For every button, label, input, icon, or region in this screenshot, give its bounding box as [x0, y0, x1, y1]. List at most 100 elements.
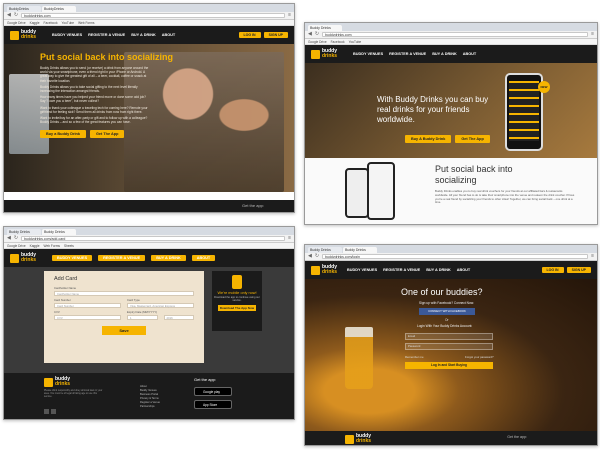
browser-tab[interactable]: BuddyDrinks	[7, 6, 41, 12]
footer: buddy drinks Please drink responsibly and…	[4, 373, 294, 419]
about-section: Put social back into socializing Buddy D…	[305, 158, 597, 224]
nav-about[interactable]: ABOUT	[457, 268, 471, 272]
remember-me-checkbox[interactable]: Remember me	[405, 355, 424, 359]
hero-paragraph: Want to thank your colleague a traveling…	[40, 105, 148, 114]
expiry-year-select[interactable]: 2016	[163, 315, 194, 320]
get-app-button[interactable]: Get The App	[455, 135, 490, 143]
phones-illustration	[345, 162, 397, 224]
browser-tab[interactable]: Buddy Drinks	[7, 229, 41, 235]
nav-buy-drink[interactable]: BUY A DRINK	[432, 52, 457, 56]
logo[interactable]: buddy drinks	[311, 49, 337, 59]
about-body: Buddy Drinks enables you to buy real dri…	[435, 189, 575, 205]
nav-buy-drink[interactable]: BUY A DRINK	[131, 33, 156, 37]
reload-icon[interactable]: ↻	[315, 32, 319, 37]
browser-tab-active[interactable]: BuddyDrinks	[42, 6, 76, 12]
bookmark[interactable]: YouTube	[349, 40, 362, 44]
login-button[interactable]: LOG IN	[541, 267, 564, 273]
bookmark[interactable]: YouTube	[62, 21, 75, 25]
cvv-input[interactable]: CVV	[54, 315, 121, 320]
save-button[interactable]: Save	[102, 326, 146, 335]
bookmark[interactable]: Google Drive	[308, 40, 327, 44]
form-title: Add Card	[54, 276, 78, 282]
bookmark[interactable]: Facebook	[331, 40, 345, 44]
login-button[interactable]: LOG IN	[238, 32, 261, 38]
browser-tab[interactable]: Buddy Drinks	[308, 247, 342, 253]
bookmark[interactable]: Sheets	[64, 244, 74, 248]
facebook-icon[interactable]	[44, 409, 49, 414]
app-store-button[interactable]: App Store	[194, 400, 232, 409]
bookmark[interactable]: Web Forms	[78, 21, 94, 25]
signup-button[interactable]: SIGN UP	[263, 32, 288, 38]
bookmark[interactable]: Kaggle	[30, 21, 40, 25]
get-app-button[interactable]: Get The App	[89, 130, 125, 139]
screenshot-login: Buddy Drinks Buddy Drinks ◀ ↻ buddydrink…	[304, 244, 598, 446]
menu-icon[interactable]: ≡	[591, 32, 594, 37]
reload-icon[interactable]: ↻	[315, 254, 319, 259]
url-input[interactable]: buddydrinks.com/login	[322, 254, 589, 259]
menu-icon[interactable]: ≡	[591, 254, 594, 259]
nav-buddy-venues[interactable]: BUDDY VENUES	[52, 33, 82, 37]
logo-icon	[10, 253, 19, 263]
reload-icon[interactable]: ↻	[14, 13, 18, 18]
menu-icon[interactable]: ≡	[288, 236, 291, 241]
main-nav: BUDDY VENUES REGISTER A VENUE BUY A DRIN…	[347, 268, 536, 272]
about-heading: Put social back into socializing	[435, 164, 513, 185]
bookmark[interactable]: Kaggle	[30, 244, 40, 248]
footer-get-app: Get the app:	[507, 435, 527, 439]
nav-about[interactable]: ABOUT	[463, 52, 477, 56]
facebook-connect-button[interactable]: CONNECT WITH FACEBOOK	[419, 308, 475, 315]
logo-icon	[311, 265, 320, 275]
google-play-button[interactable]: Google play	[194, 387, 232, 396]
url-input[interactable]: buddydrinks.com	[322, 32, 589, 37]
nav-buy-drink[interactable]: BUY A DRINK	[151, 255, 186, 261]
hero-paragraph: Buddy Drinks allows you to take social g…	[40, 84, 138, 94]
bookmark[interactable]: Google Drive	[7, 21, 26, 25]
logo[interactable]: buddy drinks	[10, 30, 36, 40]
nav-register-venue[interactable]: REGISTER A VENUE	[98, 255, 146, 261]
nav-buy-drink[interactable]: BUY A DRINK	[426, 268, 451, 272]
email-input[interactable]: Email	[405, 333, 493, 340]
bookmark[interactable]: Facebook	[44, 21, 58, 25]
back-icon[interactable]: ◀	[308, 254, 312, 259]
back-icon[interactable]: ◀	[7, 13, 11, 18]
browser-tab-active[interactable]: Buddy Drinks	[343, 247, 377, 253]
buy-drink-button[interactable]: Buy A Buddy Drink	[405, 135, 452, 143]
reload-icon[interactable]: ↻	[14, 236, 18, 241]
back-icon[interactable]: ◀	[7, 236, 11, 241]
password-input[interactable]: Password	[405, 343, 493, 350]
add-card-form: Add Card Cardholder Name Cardholder Name…	[44, 271, 204, 363]
url-input[interactable]: buddydrinks.com/add-card	[21, 236, 286, 241]
back-icon[interactable]: ◀	[308, 32, 312, 37]
signup-button[interactable]: SIGN UP	[566, 267, 591, 273]
logo[interactable]: buddy drinks	[311, 265, 337, 275]
twitter-icon[interactable]	[51, 409, 56, 414]
expiry-month-select[interactable]: 1	[127, 315, 158, 320]
nav-about[interactable]: ABOUT	[191, 255, 216, 261]
address-bar-row: ◀ ↻ buddydrinks.com ≡	[4, 12, 294, 20]
promo-text: Download the app to continue using our s…	[214, 296, 260, 302]
site-header: buddy drinks BUDDY VENUES REGISTER A VENU…	[305, 261, 597, 279]
browser-tab-active[interactable]: Buddy Drinks	[308, 25, 342, 31]
url-input[interactable]: buddydrinks.com	[21, 13, 286, 18]
bookmark[interactable]: Google Drive	[7, 244, 26, 248]
nav-about[interactable]: ABOUT	[162, 33, 176, 37]
buy-drink-button[interactable]: Buy a Buddy Drink	[40, 130, 86, 139]
menu-icon[interactable]: ≡	[288, 13, 291, 18]
footer-logo[interactable]: buddy drinks	[44, 377, 70, 387]
nav-register-venue[interactable]: REGISTER A VENUE	[88, 33, 125, 37]
nav-buddy-venues[interactable]: BUDDY VENUES	[52, 255, 93, 261]
bookmark[interactable]: Web Forms	[44, 244, 60, 248]
logo[interactable]: buddy drinks	[10, 253, 36, 263]
nav-register-venue[interactable]: REGISTER A VENUE	[389, 52, 426, 56]
footer-logo[interactable]: buddy drinks	[345, 434, 371, 444]
login-submit-button[interactable]: Log In and Start Buying	[405, 362, 493, 369]
nav-register-venue[interactable]: REGISTER A VENUE	[383, 268, 420, 272]
browser-tab-active[interactable]: Buddy Drinks	[42, 229, 76, 235]
forgot-password-link[interactable]: Forgot your password?	[465, 355, 494, 359]
hero-paragraph: Want to invite/buy for an after-party or…	[40, 116, 148, 125]
footer-link[interactable]: Partnerships	[140, 405, 160, 409]
nav-buddy-venues[interactable]: BUDDY VENUES	[347, 268, 377, 272]
download-app-button[interactable]: Download The App Now	[218, 305, 256, 311]
logo-icon	[345, 434, 354, 444]
nav-buddy-venues[interactable]: BUDDY VENUES	[353, 52, 383, 56]
